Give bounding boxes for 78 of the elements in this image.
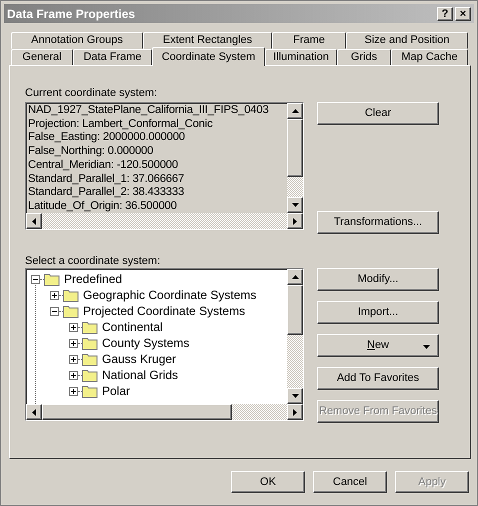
tree-item[interactable]: Gauss Kruger <box>102 350 176 368</box>
text-line: False_Northing: 0.000000 <box>28 145 154 159</box>
folder-icon <box>82 320 98 334</box>
section-label: Select a coordinate system: <box>25 254 162 267</box>
button[interactable]: Clear <box>317 102 439 125</box>
tab[interactable]: Illumination <box>265 49 337 66</box>
collapse-icon[interactable] <box>50 306 59 316</box>
arrow-icon <box>32 408 36 416</box>
arrow-icon <box>293 218 297 224</box>
tab[interactable]: General <box>11 49 73 66</box>
scroll-down-button[interactable] <box>287 197 303 213</box>
folder-icon <box>44 272 60 286</box>
folder-icon <box>63 304 79 318</box>
scroll-thumb[interactable] <box>287 285 303 335</box>
arrow-icon <box>292 275 298 279</box>
tree-item[interactable]: Projected Coordinate Systems <box>83 302 246 320</box>
folder-icon <box>63 288 79 302</box>
close-button[interactable]: × <box>455 6 471 20</box>
scroll-up-button[interactable] <box>287 103 303 119</box>
expand-icon[interactable] <box>69 370 78 380</box>
folder-icon <box>82 384 98 398</box>
horizontal-scrollbar[interactable] <box>26 213 303 229</box>
collapse-icon[interactable] <box>31 274 40 284</box>
tree-item[interactable]: Continental <box>102 318 163 336</box>
scroll-up-button[interactable] <box>287 269 303 285</box>
arrow-icon <box>292 109 298 113</box>
scroll-left-button[interactable] <box>26 213 42 229</box>
scroll-right-button[interactable] <box>287 404 303 420</box>
section-label: Current coordinate system: <box>25 86 158 101</box>
button[interactable]: Modify... <box>317 268 439 291</box>
expand-icon[interactable] <box>69 386 78 396</box>
folder-icon <box>82 368 98 382</box>
scroll-thumb[interactable] <box>42 404 232 420</box>
scroll-down-button[interactable] <box>287 388 303 404</box>
tree-item[interactable]: Polar <box>102 382 130 400</box>
arrow-icon <box>292 203 298 207</box>
horizontal-scrollbar[interactable] <box>26 404 303 420</box>
window-title: Data Frame Properties <box>7 6 136 22</box>
text-line: Projection: Lambert_Conformal_Conic <box>28 118 214 132</box>
text-line: False_Easting: 2000000.000000 <box>28 131 186 146</box>
expand-icon[interactable] <box>69 354 78 364</box>
arrow-icon <box>32 218 36 224</box>
tree-item[interactable]: National Grids <box>102 366 178 384</box>
text-line: Central_Meridian: -120.500000 <box>28 158 179 173</box>
tree-item[interactable]: Predefined <box>64 270 122 288</box>
text-line: Latitude_Of_Origin: 36.500000 <box>28 200 178 213</box>
tab[interactable]: Coordinate System <box>152 47 265 66</box>
folder-icon <box>82 352 98 366</box>
folder-icon <box>82 336 98 350</box>
tab[interactable]: Grids <box>337 49 391 66</box>
tree-item[interactable]: Geographic Coordinate Systems <box>83 286 256 304</box>
text-line: NAD_1927_StatePlane_California_III_FIPS_0403 <box>28 104 270 118</box>
tab[interactable]: Annotation Groups <box>11 32 143 49</box>
button[interactable]: Import... <box>317 301 439 324</box>
vertical-scrollbar[interactable] <box>287 269 303 404</box>
expand-icon[interactable] <box>69 322 78 332</box>
scroll-thumb[interactable] <box>287 119 303 177</box>
vertical-scrollbar[interactable] <box>287 103 303 213</box>
text-line: Standard_Parallel_1: 37.066667 <box>28 172 186 186</box>
tree-item[interactable]: County Systems <box>102 334 190 352</box>
caret-icon <box>423 345 430 349</box>
tree-view[interactable]: Predefined Geographic Coordinate Systems Projected Coordinate Systems Continental County Systems Gauss Kruger National Grids Polar <box>25 268 304 421</box>
button[interactable]: OK <box>231 471 305 493</box>
button[interactable]: Cancel <box>313 471 387 493</box>
expand-icon[interactable] <box>69 338 78 348</box>
help-button[interactable]: ? <box>437 6 453 20</box>
arrow-icon <box>293 408 297 416</box>
scroll-right-button[interactable] <box>287 213 303 229</box>
arrow-icon <box>292 394 298 398</box>
scroll-left-button[interactable] <box>26 404 42 420</box>
button[interactable]: Add To Favorites <box>317 367 439 390</box>
tab[interactable]: Map Cache <box>391 49 468 66</box>
tab[interactable]: Frame <box>272 32 346 49</box>
button[interactable]: New <box>317 334 439 357</box>
expand-icon[interactable] <box>50 290 59 300</box>
text-line: Standard_Parallel_2: 38.433333 <box>28 186 186 200</box>
tab[interactable]: Size and Position <box>346 32 468 49</box>
button[interactable]: Transformations... <box>317 211 439 234</box>
